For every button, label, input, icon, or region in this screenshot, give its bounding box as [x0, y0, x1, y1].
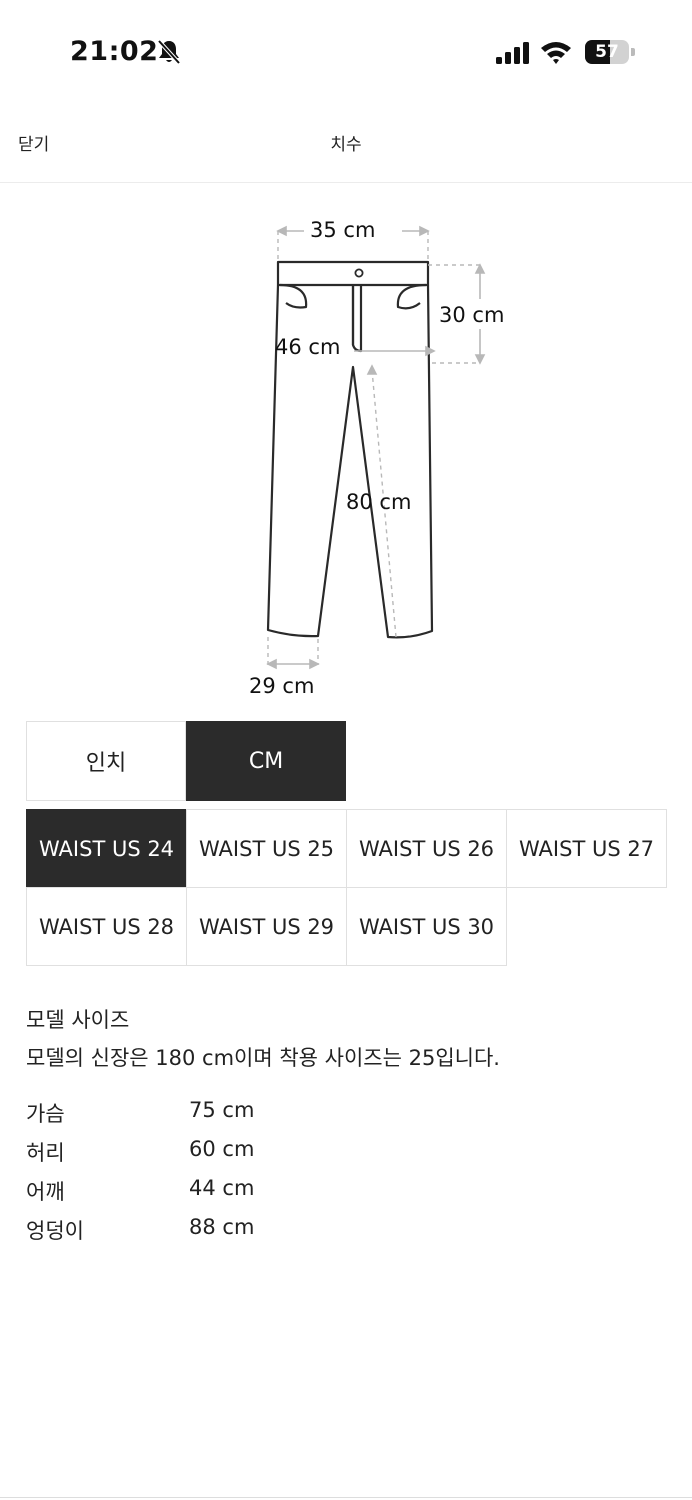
measurement-value: 88 cm	[189, 1215, 255, 1239]
size-option[interactable]: WAIST US 25	[186, 809, 347, 888]
bottom-divider	[0, 1497, 692, 1498]
size-option[interactable]: WAIST US 30	[346, 887, 507, 966]
measurement-guides	[267, 231, 480, 665]
page-title: 치수	[330, 135, 362, 155]
bell-slash-icon	[157, 39, 181, 65]
measurement-row: 가슴 75 cm	[26, 1098, 426, 1137]
size-option[interactable]: WAIST US 24	[26, 809, 187, 888]
measurement-label: 가슴	[26, 1102, 65, 1126]
model-size-description: 모델의 신장은 180 cm이며 착용 사이즈는 25입니다.	[26, 1046, 500, 1070]
measurement-value: 75 cm	[189, 1098, 255, 1122]
hem-measurement-label: 29 cm	[249, 674, 314, 698]
unit-tab-cm[interactable]: CM	[186, 721, 346, 801]
measurement-arrows	[266, 225, 486, 670]
size-option[interactable]: WAIST US 29	[186, 887, 347, 966]
measurement-value: 44 cm	[189, 1176, 255, 1200]
size-selector: WAIST US 24 WAIST US 25 WAIST US 26 WAIS…	[26, 809, 667, 966]
measurement-label: 엉덩이	[26, 1219, 84, 1243]
inseam-measurement-label: 80 cm	[346, 490, 411, 514]
unit-toggle: 인치 CM	[26, 721, 346, 801]
pants-outline	[266, 260, 434, 639]
model-size-heading: 모델 사이즈	[26, 1008, 130, 1032]
hip-measurement-label: 46 cm	[275, 335, 340, 359]
waist-measurement-label: 35 cm	[310, 218, 375, 242]
measurement-row: 어깨 44 cm	[26, 1176, 426, 1215]
measurement-value: 60 cm	[189, 1137, 255, 1161]
measurement-row: 허리 60 cm	[26, 1137, 426, 1176]
cellular-signal-icon	[496, 42, 529, 64]
measurement-label: 어깨	[26, 1180, 65, 1204]
measurement-label: 허리	[26, 1141, 65, 1165]
rise-measurement-label: 30 cm	[439, 303, 504, 327]
unit-tab-inch[interactable]: 인치	[26, 721, 186, 801]
size-option[interactable]: WAIST US 28	[26, 887, 187, 966]
size-option[interactable]: WAIST US 27	[506, 809, 667, 888]
battery-icon: 57	[585, 40, 635, 64]
measurement-row: 엉덩이 88 cm	[26, 1215, 426, 1254]
status-time: 21:02	[70, 36, 159, 67]
pants-size-diagram: 35 cm 30 cm 46 cm 80 cm 29 cm	[249, 218, 504, 698]
size-option[interactable]: WAIST US 26	[346, 809, 507, 888]
wifi-icon	[541, 42, 571, 64]
nav-header: 닫기 치수	[0, 100, 692, 183]
status-bar: 21:02 57	[0, 0, 692, 100]
battery-percent: 57	[595, 42, 619, 62]
